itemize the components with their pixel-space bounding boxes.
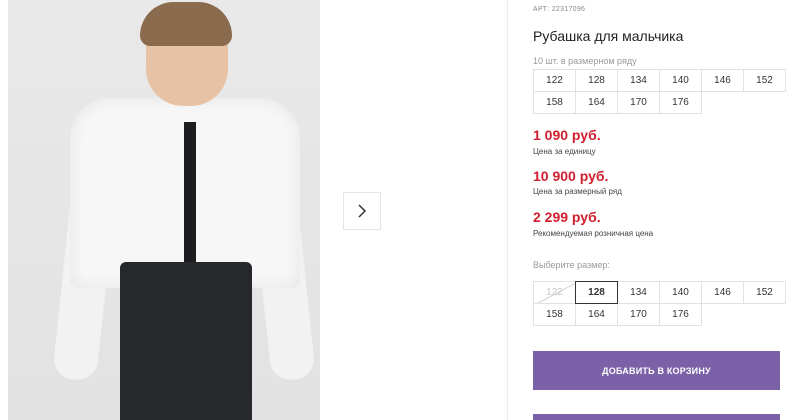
photo-shirt-placket [184,122,196,272]
photo-hair [140,2,232,46]
size-option-176[interactable]: 176 [659,303,702,326]
product-photo [8,0,320,420]
product-title: Рубашка для мальчика [533,28,684,44]
size-range-cell: 176 [659,91,702,114]
row-price: 10 900 руб. [533,168,609,184]
size-range-cell: 122 [533,69,576,92]
gallery-next-button[interactable] [343,192,381,230]
retail-price-label: Рекомендуемая розничная цена [533,229,654,238]
unit-price-label: Цена за единицу [533,147,596,156]
photo-pants [120,262,252,420]
column-divider [507,0,508,420]
size-option-134[interactable]: 134 [617,281,660,304]
size-option-122: 122 [533,281,576,304]
size-option-170[interactable]: 170 [617,303,660,326]
size-option-146[interactable]: 146 [701,281,744,304]
row-price-label: Цена за размерный ряд [533,187,622,196]
secondary-button[interactable] [533,414,780,420]
add-to-cart-button[interactable]: ДОБАВИТЬ В КОРЗИНУ [533,351,780,390]
size-range-cell: 128 [575,69,618,92]
article-number: АРТ: 22317096 [533,6,586,13]
choose-size-label: Выберите размер: [533,260,610,270]
size-range-cell: 140 [659,69,702,92]
size-option-158[interactable]: 158 [533,303,576,326]
sizes-note: 10 шт. в размерном ряду [533,56,637,66]
retail-price: 2 299 руб. [533,209,601,225]
size-range-cell: 134 [617,69,660,92]
unit-price: 1 090 руб. [533,127,601,143]
chevron-right-icon [358,204,367,218]
size-picker: 122 128 134 140 146 152 158 164 170 176 [533,281,786,326]
size-option-128[interactable]: 128 [575,281,618,304]
size-range-cell: 164 [575,91,618,114]
size-option-164[interactable]: 164 [575,303,618,326]
size-option-152[interactable]: 152 [743,281,786,304]
size-range-cell: 158 [533,91,576,114]
size-option-140[interactable]: 140 [659,281,702,304]
size-range-cell: 170 [617,91,660,114]
size-range-grid: 122 128 134 140 146 152 158 164 170 176 [533,69,786,114]
size-range-cell: 152 [743,69,786,92]
size-range-cell: 146 [701,69,744,92]
